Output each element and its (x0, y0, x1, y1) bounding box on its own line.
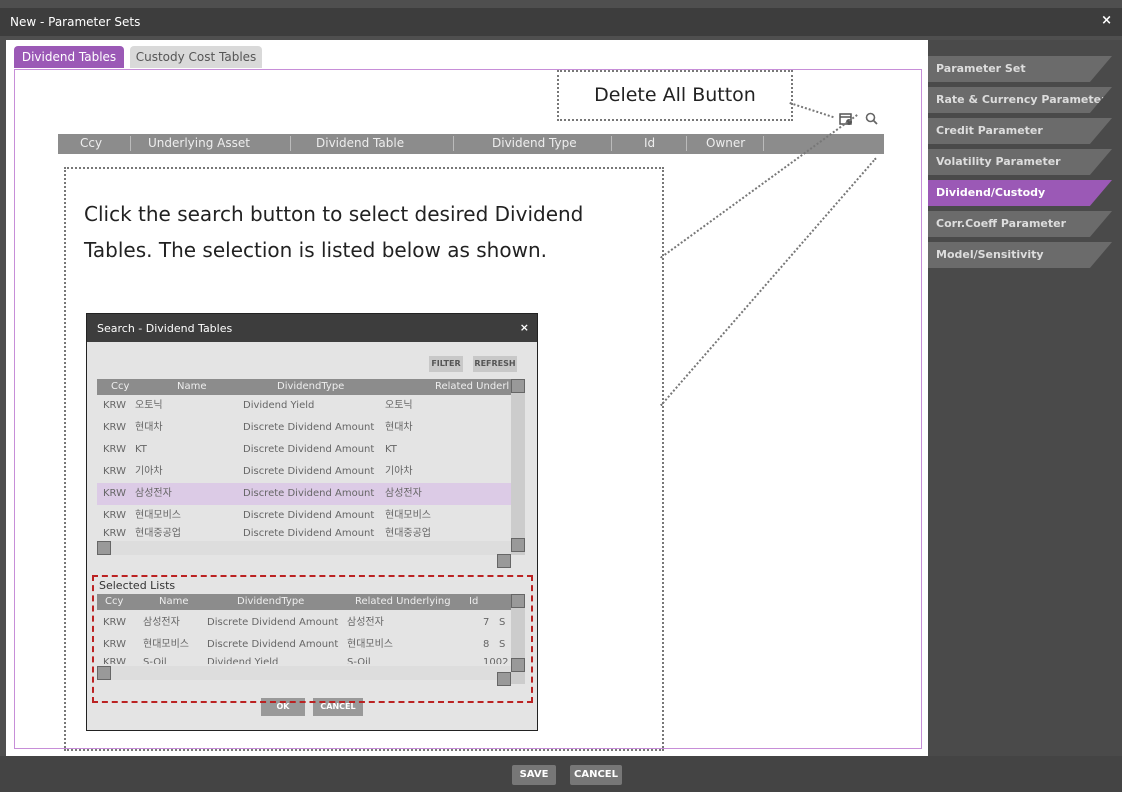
parameter-sidebar: Parameter Set Rate & Currency Parameter … (928, 40, 1122, 756)
tab-dividend-tables[interactable]: Dividend Tables (14, 46, 124, 68)
column-header-name[interactable]: Name (177, 381, 207, 392)
grid-header: Ccy Underlying Asset Dividend Table Divi… (58, 134, 884, 154)
column-header-underlying-asset[interactable]: Underlying Asset (148, 136, 250, 150)
list-item-selected[interactable]: KRW 삼성전자 Discrete Dividend Amount 삼성전자 (97, 483, 511, 505)
search-icon[interactable] (864, 111, 880, 127)
list-item[interactable]: KRW 오토닉 Dividend Yield 오토닉 (97, 395, 511, 417)
column-header-dividend-type[interactable]: Dividend Type (492, 136, 577, 150)
dialog-close-icon[interactable]: × (520, 321, 529, 334)
scroll-right-icon[interactable] (497, 554, 511, 568)
list-scrollbar-vertical[interactable] (511, 379, 525, 555)
sidebar-item-credit[interactable]: Credit Parameter (928, 118, 1112, 144)
list-item[interactable]: KRW 현대차 Discrete Dividend Amount 현대차 (97, 417, 511, 439)
list-header: Ccy Name DividendType Related Underl (97, 379, 511, 395)
column-header-owner[interactable]: Owner (706, 136, 745, 150)
column-separator (453, 136, 454, 151)
column-header-ccy[interactable]: Ccy (80, 136, 102, 150)
filter-button[interactable]: FILTER (429, 356, 463, 372)
close-icon[interactable]: × (1101, 13, 1112, 28)
save-button[interactable]: SAVE (512, 765, 556, 785)
list-item[interactable]: KRW 현대모비스 Discrete Dividend Amount 현대모비스 (97, 505, 511, 527)
tab-custody-cost-tables[interactable]: Custody Cost Tables (130, 46, 262, 68)
list-item[interactable]: KRW KT Discrete Dividend Amount KT (97, 439, 511, 461)
sidebar-item-parameter-set[interactable]: Parameter Set (928, 56, 1112, 82)
list-scrollbar-horizontal[interactable] (97, 541, 511, 555)
column-separator (686, 136, 687, 151)
cancel-button[interactable]: CANCEL (570, 765, 622, 785)
column-separator (290, 136, 291, 151)
sidebar-item-volatility[interactable]: Volatility Parameter (928, 149, 1112, 175)
delete-all-callout: Delete All Button (557, 70, 793, 121)
sidebar-item-corr-coeff[interactable]: Corr.Coeff Parameter (928, 211, 1112, 237)
column-separator (763, 136, 764, 151)
window-title: New - Parameter Sets (10, 15, 141, 29)
footer-bar: SAVE CANCEL (0, 756, 1122, 792)
dialog-title-bar: Search - Dividend Tables × (87, 314, 537, 342)
refresh-button[interactable]: REFRESH (473, 356, 517, 372)
sidebar-item-rate-currency[interactable]: Rate & Currency Parameter (928, 87, 1112, 113)
list-item[interactable]: KRW 기아차 Discrete Dividend Amount 기아차 (97, 461, 511, 483)
search-callout-text: Click the search button to select desire… (84, 202, 584, 262)
scroll-left-icon[interactable] (97, 541, 111, 555)
column-header-ccy[interactable]: Ccy (111, 381, 129, 392)
list-item[interactable]: KRW 현대중공업 Discrete Dividend Amount 현대중공업 (97, 527, 511, 537)
scroll-up-icon[interactable] (511, 379, 525, 393)
column-header-dividend-table[interactable]: Dividend Table (316, 136, 404, 150)
sidebar-item-dividend-custody[interactable]: Dividend/Custody Parameter (928, 180, 1112, 206)
dialog-title: Search - Dividend Tables (97, 322, 233, 335)
sidebar-item-model-sensitivity[interactable]: Model/Sensitivity Parameter (928, 242, 1112, 268)
column-header-related[interactable]: Related Underl (435, 381, 509, 392)
title-bar: New - Parameter Sets × (0, 8, 1122, 36)
scroll-down-icon[interactable] (511, 538, 525, 552)
column-header-id[interactable]: Id (644, 136, 655, 150)
column-separator (611, 136, 612, 151)
parameter-sets-window: New - Parameter Sets × Dividend Tables C… (0, 0, 1122, 792)
selected-lists-highlight (92, 575, 533, 703)
column-separator (130, 136, 131, 151)
column-header-dividendtype[interactable]: DividendType (277, 381, 344, 392)
